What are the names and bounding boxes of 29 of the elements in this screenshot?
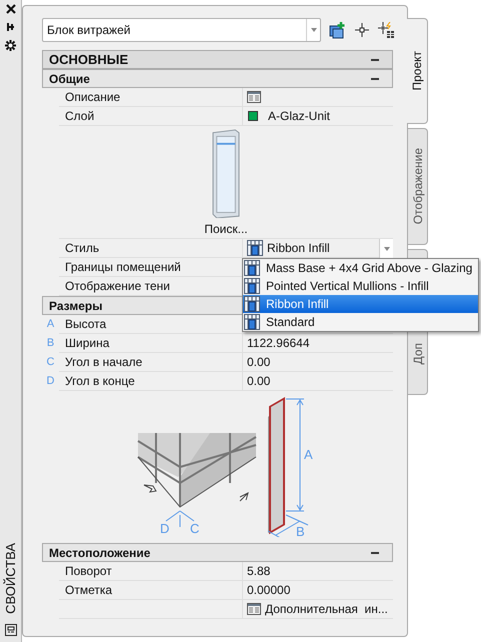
property-value: 5.88 (247, 563, 270, 580)
property-value: A-Glaz-Unit (268, 108, 330, 125)
property-label: Стиль (65, 240, 100, 257)
dimension-letter: C (46, 355, 54, 370)
property-value: Дополнительная ин... (265, 601, 388, 618)
property-label: Угол в начале (65, 354, 142, 371)
property-value: 0.00 (247, 354, 270, 371)
palette-title: СВОЙСТВА (2, 543, 19, 614)
dimension-letter: A (46, 317, 54, 332)
property-value: 0.00 (247, 373, 270, 390)
property-label: Ширина (65, 335, 110, 352)
property-label: Поворот (65, 563, 112, 580)
preview-caption: Поиск... (204, 221, 248, 238)
dimension-letter: B (46, 336, 54, 352)
property-value: 0.00000 (247, 582, 290, 599)
property-label: Описание (65, 89, 120, 106)
property-label: Угол в конце (65, 373, 135, 390)
dimension-label: D (160, 521, 170, 536)
property-label: Высота (65, 316, 106, 333)
dimension-label: B (296, 524, 305, 537)
dimension-label: A (304, 447, 313, 462)
property-label: Границы помещений (65, 259, 181, 276)
dimension-label: C (190, 521, 200, 536)
property-value: Ribbon Infill (267, 240, 330, 257)
property-label: Отображение тени (65, 278, 170, 295)
property-label: Отметка (65, 582, 112, 599)
property-value: 1122.96644 (247, 335, 310, 352)
property-label: Слой (65, 108, 94, 125)
dimension-letter: D (46, 374, 54, 390)
